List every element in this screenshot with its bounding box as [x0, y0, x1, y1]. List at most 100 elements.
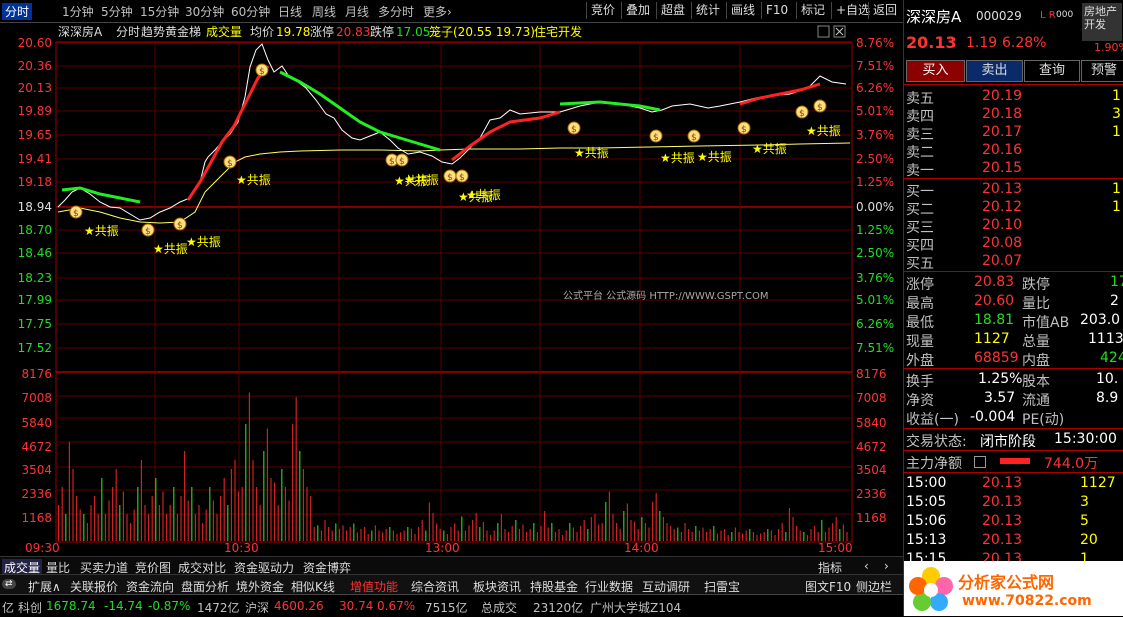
tab-fenshi[interactable]: 分时 — [2, 3, 33, 20]
holding-fund-button[interactable]: 持股基金 — [530, 578, 578, 595]
foreign-capital-button[interactable]: 境外资金 — [236, 578, 284, 595]
chart-restore-icon — [817, 25, 830, 38]
moneybag-icon: $ — [395, 153, 409, 167]
volume-bar — [90, 505, 92, 541]
volume-bar — [803, 532, 805, 541]
volume-bar — [684, 523, 686, 541]
volume-bar — [587, 529, 589, 541]
volume-bar — [382, 532, 384, 542]
volume-bar — [486, 530, 488, 541]
volume-bar — [695, 526, 697, 541]
mark-button[interactable]: 标记 — [796, 2, 829, 19]
price-tick-9: 18.46 — [18, 246, 52, 260]
query-button[interactable]: 查询 — [1024, 60, 1080, 82]
expand-button[interactable]: 扩展∧ — [28, 578, 61, 595]
idx2-name[interactable]: 沪深 — [245, 599, 269, 616]
status-prefix: 亿 — [2, 601, 15, 615]
volume-bar — [785, 532, 787, 541]
svg-text:$: $ — [145, 227, 151, 237]
volume-bar — [396, 534, 398, 541]
stats-button[interactable]: 统计 — [691, 2, 724, 19]
capital-flow-button[interactable]: 资金流向 — [126, 578, 174, 595]
volume-bar — [155, 478, 157, 541]
pct-tick-0: 8.76% — [856, 36, 894, 50]
tab-monthly[interactable]: 月线 — [345, 3, 369, 20]
stat2-row-2: 净资 3.57 流通 8.9 — [906, 390, 1119, 409]
volume-bar — [720, 530, 722, 541]
sell-button[interactable]: 卖出 — [966, 60, 1023, 82]
similar-kline-button[interactable]: 相似K线 — [291, 578, 335, 595]
alert-button[interactable]: 预警 — [1081, 60, 1123, 82]
sector-news-button[interactable]: 板块资讯 — [473, 578, 521, 595]
tab-15min[interactable]: 15分钟 — [140, 3, 179, 20]
volume-bar — [403, 530, 405, 541]
volume-bar — [760, 533, 762, 541]
scroll-left-button[interactable]: ‹ — [864, 559, 869, 573]
volume-bar — [702, 527, 704, 541]
quote-price: 20.13 — [906, 33, 957, 52]
back-button[interactable]: 返回 — [868, 2, 901, 19]
volume-bar — [788, 508, 790, 541]
pct-tick-6: 1.25% — [856, 175, 894, 189]
moneybag-icon: $ — [455, 169, 469, 183]
volume-bar — [648, 527, 650, 541]
volume-bar — [846, 532, 848, 541]
interactive-survey-button[interactable]: 互动调研 — [642, 578, 690, 595]
volume-bar — [698, 530, 700, 541]
sidebar-button[interactable]: 侧边栏 — [856, 578, 892, 595]
industry-data-button[interactable]: 行业数据 — [585, 578, 633, 595]
volume-bar — [706, 532, 708, 541]
super-button[interactable]: 超盘 — [656, 2, 689, 19]
scroll-right-button[interactable]: › — [884, 559, 889, 573]
volume-bar — [191, 487, 193, 541]
stat-row-1: 涨停20.83跌停17 — [906, 274, 1123, 293]
volume-bar — [745, 530, 747, 541]
indicator-tabs: 成交量 量比 买卖力道 竞价图 成交对比 资金驱动力 资金博弈 指标 ‹ › — [0, 556, 903, 576]
tab-daily[interactable]: 日线 — [278, 3, 302, 20]
volume-bar — [781, 523, 783, 541]
ask-row-2: 卖二 20.16 — [906, 142, 1023, 161]
volume-bar — [500, 514, 502, 541]
related-quote-button[interactable]: 关联报价 — [70, 578, 118, 595]
intraday-chart[interactable]: 公式平台 公式源码 HTTP://WWW.GSPT.COM 深深房A 分时 趋势… — [0, 22, 903, 554]
moneybag-icon: $ — [567, 121, 581, 135]
trade-row: 15:05 20.13 3 — [906, 494, 1089, 510]
idx2-value: 4600.26 — [274, 599, 324, 613]
main-flow-row[interactable]: 主力净额 744.0万 — [904, 452, 1122, 472]
tab-1min[interactable]: 1分钟 — [62, 3, 94, 20]
buy-button[interactable]: 买入 — [906, 60, 965, 82]
time-tick-3: 14:00 — [624, 541, 659, 554]
overlay-button[interactable]: 叠加 — [621, 2, 654, 19]
risk-scan-button[interactable]: 扫雷宝 — [704, 578, 740, 595]
news-button[interactable]: 综合资讯 — [411, 578, 459, 595]
toggle-icon[interactable]: ⇄ — [2, 579, 16, 589]
volume-bar — [346, 530, 348, 541]
news-ticker[interactable]: 广州大学城Z104 — [590, 599, 681, 616]
volume-bar — [126, 514, 128, 541]
tab-60min[interactable]: 60分钟 — [231, 3, 270, 20]
idx1-name[interactable]: 科创 — [18, 599, 42, 616]
quote-flags: L R — [1040, 10, 1056, 21]
volume-bar — [806, 535, 808, 541]
value-added-button[interactable]: 增值功能 — [350, 578, 398, 595]
tab-30min[interactable]: 30分钟 — [185, 3, 224, 20]
stat-row-2: 最高 20.60 量比 2 — [906, 293, 1119, 312]
svg-text:$: $ — [799, 109, 805, 119]
tab-weekly[interactable]: 周线 — [312, 3, 336, 20]
tab-more[interactable]: 更多› — [423, 3, 452, 20]
volume-bar — [58, 505, 60, 541]
pct-axis: 8.76% 7.51% 6.26% 5.01% 3.76% 2.50% 1.25… — [856, 36, 894, 355]
f10-graphic-button[interactable]: 图文F10 — [805, 578, 851, 595]
market-analysis-button[interactable]: 盘面分析 — [181, 578, 229, 595]
tab-multi-fenshi[interactable]: 多分时 — [378, 3, 414, 20]
ask-row-5: 卖五 20.19 1 — [906, 88, 1121, 107]
resonance-signal: ★共振 — [574, 146, 609, 160]
f10-button[interactable]: F10 — [761, 2, 792, 19]
volume-bar — [248, 392, 250, 541]
sector-badge[interactable]: 房地产开发 — [1082, 3, 1122, 41]
volume-bar — [259, 505, 261, 541]
draw-line-button[interactable]: 画线 — [726, 2, 759, 19]
auction-button[interactable]: 竞价 — [586, 2, 619, 19]
tab-5min[interactable]: 5分钟 — [101, 3, 133, 20]
stat-row-3: 最低 18.81 市值AB 203.0 — [906, 312, 1121, 331]
